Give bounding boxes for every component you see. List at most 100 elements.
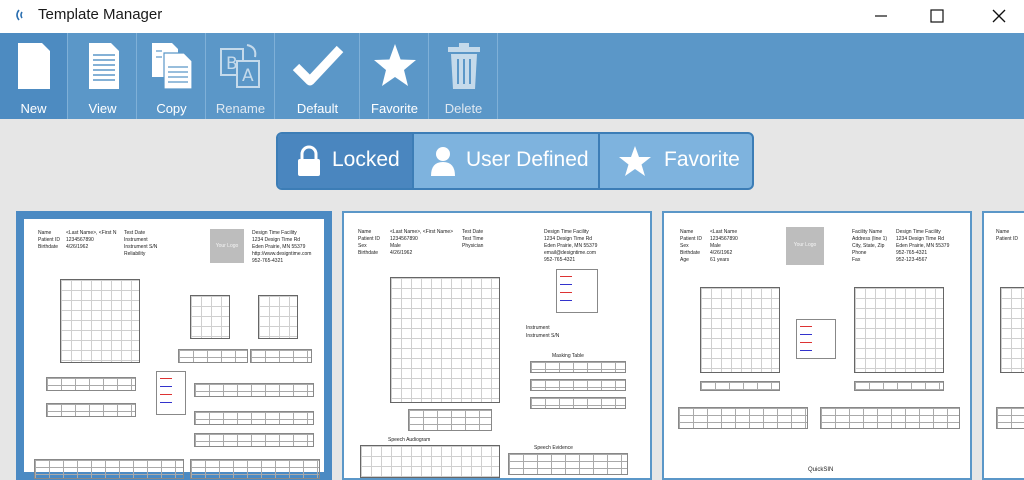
- delete-button[interactable]: Delete: [430, 33, 498, 119]
- preview-field: Instrument: [124, 237, 148, 243]
- results-table: [408, 409, 492, 431]
- preview-field: Sex: [680, 243, 689, 249]
- filter-locked-button[interactable]: Locked: [278, 134, 412, 188]
- legend-box: [556, 269, 598, 313]
- audiogram-grid: [390, 277, 500, 403]
- new-button-label: New: [20, 101, 47, 116]
- preview-field: Patient ID: [680, 236, 702, 242]
- template-card[interactable]: Name <Last Name>, <First Name> Test Date…: [342, 211, 652, 480]
- facility-line: 952-765-4321: [896, 250, 928, 256]
- view-button[interactable]: View: [69, 33, 137, 119]
- results-table: [508, 453, 628, 475]
- template-preview: Name <Last Name>, <First N Test Date Pat…: [24, 219, 324, 480]
- preview-field: 1234567890: [710, 236, 738, 242]
- lock-icon: [298, 145, 320, 176]
- default-button[interactable]: Default: [276, 33, 360, 119]
- favorite-button[interactable]: Favorite: [361, 33, 429, 119]
- preview-field: Patient ID: [38, 237, 60, 243]
- legend-box: [796, 319, 836, 359]
- new-document-icon: [18, 43, 50, 89]
- preview-field: Instrument S/N: [526, 333, 560, 339]
- checkmark-icon: [292, 45, 344, 86]
- preview-field: Physician: [462, 243, 484, 249]
- preview-field: 4/26/1962: [390, 250, 413, 256]
- results-table: [820, 407, 960, 429]
- preview-field: <Last Name: [710, 229, 738, 235]
- favorite-button-label: Favorite: [371, 101, 418, 116]
- preview-field: Test Date: [462, 229, 484, 235]
- preview-field: Instrument S/N: [124, 244, 158, 250]
- maximize-icon: [930, 9, 944, 23]
- facility-line: Design Time Facility: [252, 230, 297, 236]
- facility-line: Eden Prairie, MN 55379: [544, 243, 598, 249]
- audiogram-grid: [1000, 287, 1024, 373]
- results-table: [700, 381, 780, 391]
- facility-line: email@designtime.com: [544, 250, 597, 256]
- preview-field: Male: [710, 243, 721, 249]
- app-icon: [16, 9, 23, 21]
- facility-line: Phone: [852, 250, 867, 256]
- title-bar: Template Manager: [0, 0, 1024, 33]
- preview-field: Sex: [358, 243, 367, 249]
- filter-favorite-button[interactable]: Favorite: [600, 134, 752, 188]
- preview-field: Birthdate: [680, 250, 701, 256]
- preview-field: Name: [38, 230, 52, 236]
- preview-field: Patient ID: [358, 236, 380, 242]
- template-preview: Name <Last Name>, <First Name> Test Date…: [344, 213, 650, 478]
- rename-icon: B A: [220, 44, 260, 88]
- legend-box: [156, 371, 186, 415]
- logo-text: Your Logo: [793, 242, 817, 249]
- results-table: [530, 361, 626, 373]
- preview-field: Male: [390, 243, 401, 249]
- maximize-button[interactable]: [914, 0, 960, 33]
- facility-line: Fax: [852, 257, 861, 263]
- preview-field: Name: [358, 229, 372, 235]
- results-table: [250, 349, 312, 363]
- results-table: [530, 379, 626, 391]
- preview-field: <Last Name>, <First Name>: [390, 229, 454, 235]
- logo-placeholder: Your Logo: [210, 229, 244, 263]
- preview-field: Instrument: [526, 325, 550, 331]
- template-preview: Name Patient ID: [984, 213, 1024, 478]
- facility-line: 1234 Design Time Rd: [544, 236, 593, 242]
- preview-field: Name: [680, 229, 694, 235]
- rename-button[interactable]: B A Rename: [207, 33, 275, 119]
- results-table: [194, 383, 314, 397]
- preview-field: QuickSIN: [808, 467, 834, 473]
- view-document-icon: [89, 43, 119, 89]
- facility-line: City, State, Zip: [852, 243, 885, 249]
- preview-field: Speech Audiogram: [388, 437, 431, 443]
- filter-user-defined-button[interactable]: User Defined: [414, 134, 598, 188]
- star-icon: [374, 44, 416, 86]
- copy-icon: [152, 43, 193, 90]
- facility-line: 952-765-4321: [544, 257, 576, 263]
- preview-field: Patient ID: [996, 236, 1018, 242]
- facility-line: http://www.designtime.com: [252, 251, 312, 257]
- results-table: [530, 397, 626, 409]
- user-icon: [431, 147, 455, 176]
- preview-field: Reliability: [124, 251, 146, 257]
- template-card[interactable]: Name Patient ID: [982, 211, 1024, 480]
- minimize-button[interactable]: [858, 0, 904, 33]
- preview-field: 4/26/1962: [66, 244, 89, 250]
- copy-button[interactable]: Copy: [138, 33, 206, 119]
- template-card[interactable]: Name <Last Name>, <First N Test Date Pat…: [16, 211, 332, 480]
- new-button[interactable]: New: [0, 33, 68, 119]
- audiogram-grid: [190, 295, 230, 339]
- preview-field: Masking Table: [552, 353, 584, 359]
- template-card[interactable]: Name <Last Name Patient ID 1234567890 Se…: [662, 211, 972, 480]
- preview-field: 1234567890: [66, 237, 94, 243]
- preview-field: Test Time: [462, 236, 484, 242]
- preview-field: Age: [680, 257, 689, 263]
- facility-line: 952-765-4321: [252, 258, 284, 264]
- facility-line: 1234 Design Time Rd: [896, 236, 945, 242]
- preview-field: Speech Evidence: [534, 445, 573, 451]
- svg-text:A: A: [242, 66, 254, 86]
- results-table: [996, 407, 1024, 429]
- filter-favorite-label: Favorite: [664, 148, 740, 171]
- audiogram-grid: [854, 287, 944, 373]
- results-table: [178, 349, 248, 363]
- close-button[interactable]: [976, 0, 1022, 33]
- facility-line: Design Time Facility: [896, 229, 941, 235]
- copy-button-label: Copy: [156, 101, 187, 116]
